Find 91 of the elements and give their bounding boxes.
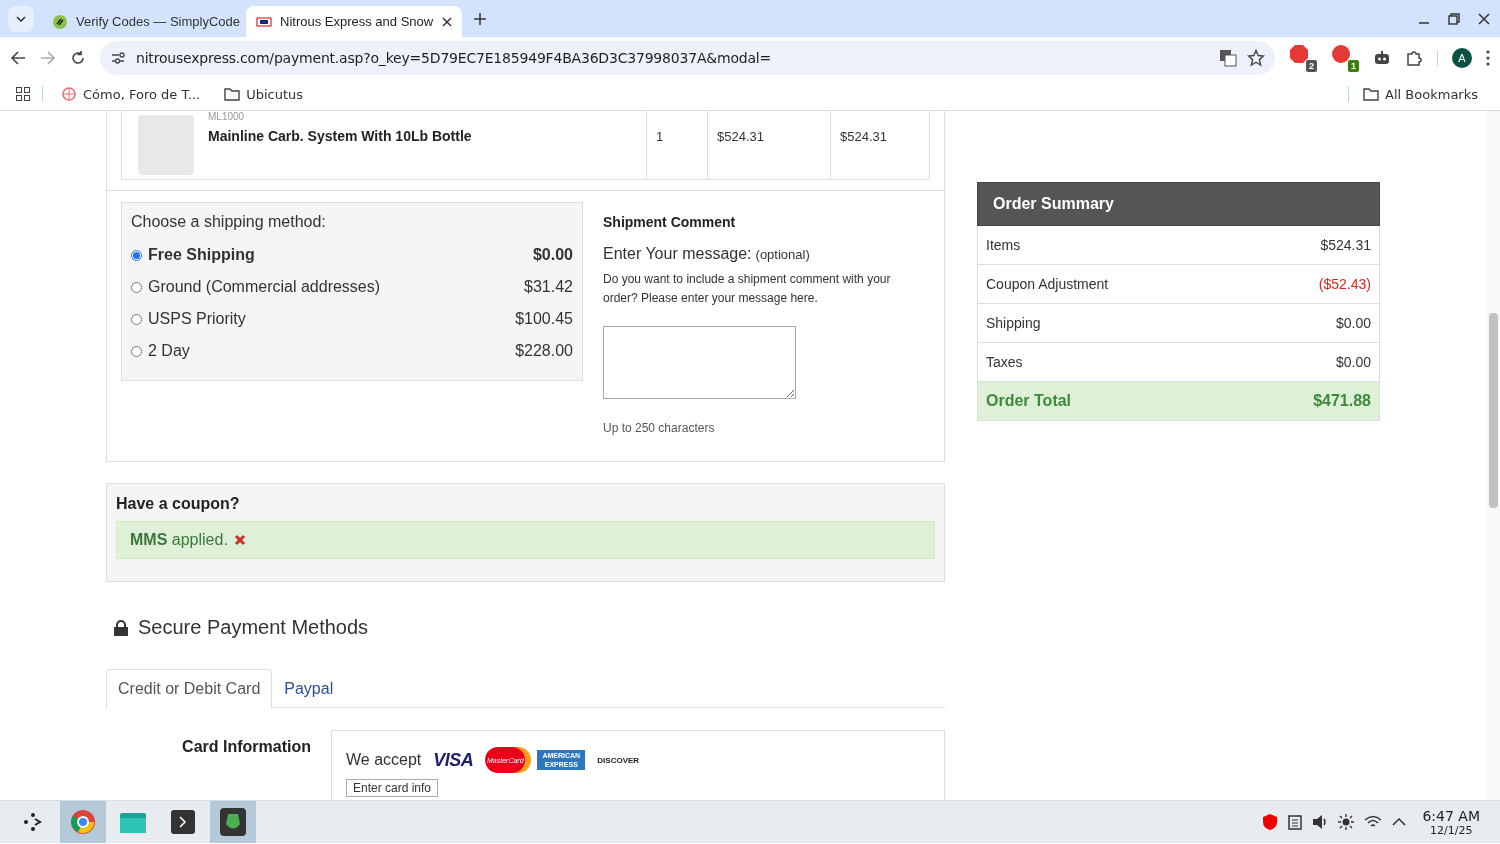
comment-description: Do you want to include a shipment comment with your order? Please enter your message here. xyxy=(603,271,892,307)
puzzle-icon[interactable] xyxy=(1405,48,1423,67)
address-bar[interactable]: nitrousexpress.com/payment.asp?o_key=5D79EC7E185949F4BA36D3C37998037A&modal= xyxy=(100,40,1275,75)
card-information-label: Card Information xyxy=(181,737,311,757)
scrollbar[interactable] xyxy=(1487,111,1500,800)
payment-tab[interactable]: Credit or Debit Card xyxy=(106,669,273,708)
quantity-cell: 1 xyxy=(646,111,707,179)
coupon-title: Have a coupon? xyxy=(116,495,241,513)
summary-label: Coupon Adjustment xyxy=(986,276,1109,292)
comment-title: Shipment Comment xyxy=(603,214,737,230)
card-logo: VISA xyxy=(433,749,474,771)
circle-icon xyxy=(1331,43,1351,64)
terminal-icon xyxy=(171,810,195,834)
summary-value: $471.88 xyxy=(1313,392,1371,410)
character-limit: Up to 250 characters xyxy=(603,421,716,435)
caret-icon xyxy=(16,15,26,22)
volume-icon[interactable] xyxy=(1312,814,1329,830)
card-logo: DISCOVER xyxy=(597,755,640,765)
shield-app-icon xyxy=(220,808,246,836)
star-icon[interactable] xyxy=(1247,48,1265,67)
shipping-option-label[interactable]: Free Shipping xyxy=(148,246,533,264)
total-cell: $524.31 xyxy=(830,111,931,179)
payment-tab[interactable]: Paypal xyxy=(272,669,346,708)
clock-date: 12/1/25 xyxy=(1429,823,1474,837)
browser-tab[interactable]: Verify Codes — SimplyCode xyxy=(42,6,242,37)
wifi-icon[interactable] xyxy=(1364,815,1383,829)
translate-icon[interactable] xyxy=(1219,48,1237,67)
shipping-option-label[interactable]: 2 Day xyxy=(148,342,516,360)
more-menu-icon[interactable] xyxy=(1486,49,1490,66)
price-cell: $524.31 xyxy=(707,111,830,179)
comment-field[interactable] xyxy=(603,326,796,399)
bookmark[interactable]: Cómo, Foro de T... xyxy=(55,84,207,104)
back-icon[interactable] xyxy=(10,49,26,66)
brightness-icon[interactable] xyxy=(1338,814,1355,830)
section-title: Secure Payment Methods xyxy=(138,616,369,639)
apps-grid-icon[interactable] xyxy=(16,87,30,101)
bookmark[interactable]: Ubicutus xyxy=(218,84,310,104)
shipping-title: Choose a shipping method: xyxy=(131,213,327,231)
caret-up-icon[interactable] xyxy=(1392,818,1407,826)
summary-value: $0.00 xyxy=(1335,354,1371,370)
extension-badge: 2 xyxy=(1306,59,1317,72)
summary-label: Order Total xyxy=(986,392,1072,410)
optional-note: (optional) xyxy=(755,247,810,262)
plus-icon[interactable] xyxy=(474,12,486,25)
shipping-option-label[interactable]: USPS Priority xyxy=(148,310,516,328)
radio-button[interactable] xyxy=(131,345,142,357)
summary-title: Order Summary xyxy=(977,182,1380,226)
reload-icon[interactable] xyxy=(70,49,86,66)
taskbar-app[interactable] xyxy=(210,801,256,843)
robot-icon[interactable] xyxy=(1373,48,1391,67)
remove-icon[interactable] xyxy=(233,534,246,546)
product-name[interactable]: Mainline Carb. System With 10Lb Bottle xyxy=(208,128,472,144)
octagon-icon xyxy=(1289,43,1309,64)
product-sku: ML1000 xyxy=(208,111,246,122)
coupon-message: MMS applied. xyxy=(130,531,228,549)
restore-icon[interactable] xyxy=(1448,12,1460,25)
shield-icon[interactable] xyxy=(1262,813,1279,831)
shipping-price: $100.45 xyxy=(515,310,573,328)
shipping-price: $0.00 xyxy=(532,246,573,264)
profile-avatar[interactable]: A xyxy=(1452,47,1472,68)
shipping-price: $31.42 xyxy=(524,278,573,296)
radio-button[interactable] xyxy=(131,249,142,261)
extension-button[interactable]: 2 xyxy=(1289,43,1317,72)
extension-button[interactable]: 1 xyxy=(1331,43,1359,72)
browser-tab[interactable]: Nitrous Express and Snow xyxy=(246,6,462,37)
radio-button[interactable] xyxy=(131,313,142,325)
summary-value: ($52.43) xyxy=(1318,276,1371,292)
we-accept-label: We accept xyxy=(346,751,422,769)
summary-label: Taxes xyxy=(986,354,1023,370)
shipping-price: $228.00 xyxy=(515,342,573,360)
shipping-option-label[interactable]: Ground (Commercial addresses) xyxy=(148,278,525,296)
close-icon[interactable] xyxy=(1478,12,1490,25)
launcher-icon xyxy=(22,811,44,833)
site-settings-icon[interactable] xyxy=(110,49,126,66)
message-label: Enter Your message: xyxy=(603,245,752,263)
clipboard-icon[interactable] xyxy=(1288,814,1303,830)
clock-time: 6:47 AM xyxy=(1422,807,1480,824)
enter-card-button[interactable]: Enter card info xyxy=(346,779,439,797)
folder-icon xyxy=(1363,87,1380,101)
summary-label: Items xyxy=(986,237,1021,253)
extension-badge: 1 xyxy=(1348,59,1359,72)
bookmark[interactable]: All Bookmarks xyxy=(1357,84,1484,104)
lock-icon xyxy=(114,619,128,636)
close-icon[interactable] xyxy=(442,16,452,27)
summary-value: $524.31 xyxy=(1320,237,1371,253)
tab-search-button[interactable] xyxy=(8,5,34,32)
summary-value: $0.00 xyxy=(1335,315,1371,331)
summary-label: Shipping xyxy=(986,315,1041,331)
folder-icon xyxy=(224,87,241,101)
radio-button[interactable] xyxy=(131,281,142,293)
folder-icon xyxy=(120,811,146,833)
